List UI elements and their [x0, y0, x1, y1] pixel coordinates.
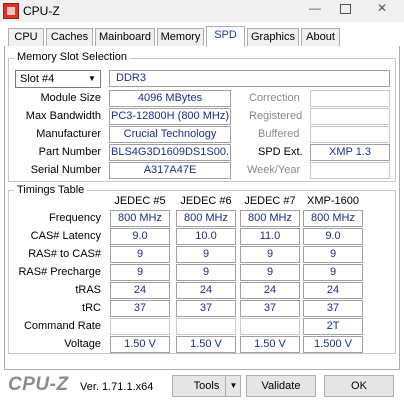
manufacturer-value: Crucial Technology — [109, 126, 231, 143]
timings-column-header: JEDEC #6 — [180, 195, 232, 207]
timings-cell: 9 — [176, 264, 236, 281]
correction-label: Correction — [249, 92, 300, 104]
timings-row-label: RAS# to CAS# — [28, 248, 101, 260]
module-size-value: 4096 MBytes — [109, 90, 231, 107]
tools-button-label: Tools — [193, 380, 220, 392]
week-year-label: Week/Year — [247, 164, 301, 176]
timings-cell: 11.0 — [240, 228, 300, 245]
timings-cell — [176, 318, 236, 335]
buffered-value — [310, 126, 390, 143]
timings-column-header: XMP-1600 — [307, 195, 359, 207]
buffered-label: Buffered — [258, 128, 300, 140]
tab-graphics[interactable]: Graphics — [247, 28, 299, 47]
timings-cell: 37 — [176, 300, 236, 317]
timings-cell: 800 MHz — [303, 210, 363, 227]
timings-cell: 9 — [110, 264, 170, 281]
max-bandwidth-label: Max Bandwidth — [25, 110, 101, 122]
manufacturer-label: Manufacturer — [36, 128, 101, 140]
memory-type-field: DDR3 — [109, 70, 390, 87]
timings-cell: 9 — [303, 246, 363, 263]
timings-cell: 37 — [240, 300, 300, 317]
version-label: Ver. 1.71.1.x64 — [80, 381, 154, 393]
serial-number-value: A317A47E — [109, 162, 231, 179]
validate-button[interactable]: Validate — [246, 375, 316, 397]
timings-cell — [240, 318, 300, 335]
part-number-value: BLS4G3D1609DS1S00. — [109, 144, 231, 161]
tab-about[interactable]: About — [301, 28, 340, 47]
timings-column-header: JEDEC #7 — [244, 195, 296, 207]
timings-cell: 800 MHz — [176, 210, 236, 227]
tab-caches[interactable]: Caches — [46, 28, 93, 47]
timings-cell: 10.0 — [176, 228, 236, 245]
tab-mainboard[interactable]: Mainboard — [95, 28, 155, 47]
timings-cell: 24 — [240, 282, 300, 299]
timings-cell: 24 — [303, 282, 363, 299]
timings-cell: 800 MHz — [240, 210, 300, 227]
timings-cell: 1.50 V — [240, 336, 300, 353]
maximize-button[interactable] — [330, 0, 360, 18]
timings-cell: 9 — [110, 246, 170, 263]
slot-select-value: Slot #4 — [20, 73, 55, 85]
timings-cell: 2T — [303, 318, 363, 335]
timings-cell: 1.50 V — [176, 336, 236, 353]
chevron-down-icon: ▼ — [88, 74, 96, 83]
timings-row-label: CAS# Latency — [30, 230, 101, 242]
timings-cell: 1.50 V — [110, 336, 170, 353]
timings-row-label: Voltage — [64, 338, 101, 350]
module-size-label: Module Size — [40, 92, 101, 104]
timings-row-label: tRC — [82, 302, 101, 314]
timings-cell: 37 — [303, 300, 363, 317]
timings-cell: 24 — [110, 282, 170, 299]
timings-cell: 800 MHz — [110, 210, 170, 227]
close-button[interactable]: ✕ — [360, 0, 404, 18]
tools-dropdown-arrow[interactable]: ▼ — [225, 375, 241, 397]
minimize-button[interactable]: — — [300, 0, 330, 18]
memory-slot-group-title: Memory Slot Selection — [14, 51, 131, 64]
timings-cell: 1.500 V — [303, 336, 363, 353]
timings-cell: 9 — [303, 264, 363, 281]
timings-cell: 37 — [110, 300, 170, 317]
chevron-down-icon: ▼ — [229, 381, 238, 390]
registered-value — [310, 108, 390, 125]
maximize-icon — [339, 4, 351, 14]
spd-ext-value: XMP 1.3 — [310, 144, 390, 161]
cpu-z-app-icon — [3, 3, 19, 19]
correction-value — [310, 90, 390, 107]
timings-column-header: JEDEC #5 — [114, 195, 166, 207]
timings-cell: 9 — [176, 246, 236, 263]
week-year-value — [310, 162, 390, 179]
tab-spd[interactable]: SPD — [206, 26, 245, 47]
part-number-label: Part Number — [38, 146, 101, 158]
max-bandwidth-value: PC3-12800H (800 MHz) — [109, 108, 231, 125]
spd-ext-label: SPD Ext. — [258, 146, 303, 158]
timings-cell: 24 — [176, 282, 236, 299]
timings-cell — [110, 318, 170, 335]
window-title: CPU-Z — [23, 4, 60, 18]
ok-button[interactable]: OK — [324, 375, 394, 397]
timings-cell: 9 — [240, 264, 300, 281]
cpu-z-logo: CPU-Z — [8, 374, 69, 395]
slot-select[interactable]: Slot #4 ▼ — [15, 70, 101, 88]
registered-label: Registered — [249, 110, 303, 122]
timings-row-label: Frequency — [49, 212, 101, 224]
timings-row-label: RAS# Precharge — [18, 266, 101, 278]
serial-number-label: Serial Number — [30, 164, 101, 176]
timings-cell: 9 — [240, 246, 300, 263]
timings-group-title: Timings Table — [14, 184, 88, 197]
timings-row-label: Command Rate — [23, 320, 101, 332]
tab-memory[interactable]: Memory — [157, 28, 204, 47]
timings-cell: 9.0 — [303, 228, 363, 245]
timings-row-label: tRAS — [75, 284, 101, 296]
tab-cpu[interactable]: CPU — [8, 28, 44, 47]
timings-cell: 9.0 — [110, 228, 170, 245]
